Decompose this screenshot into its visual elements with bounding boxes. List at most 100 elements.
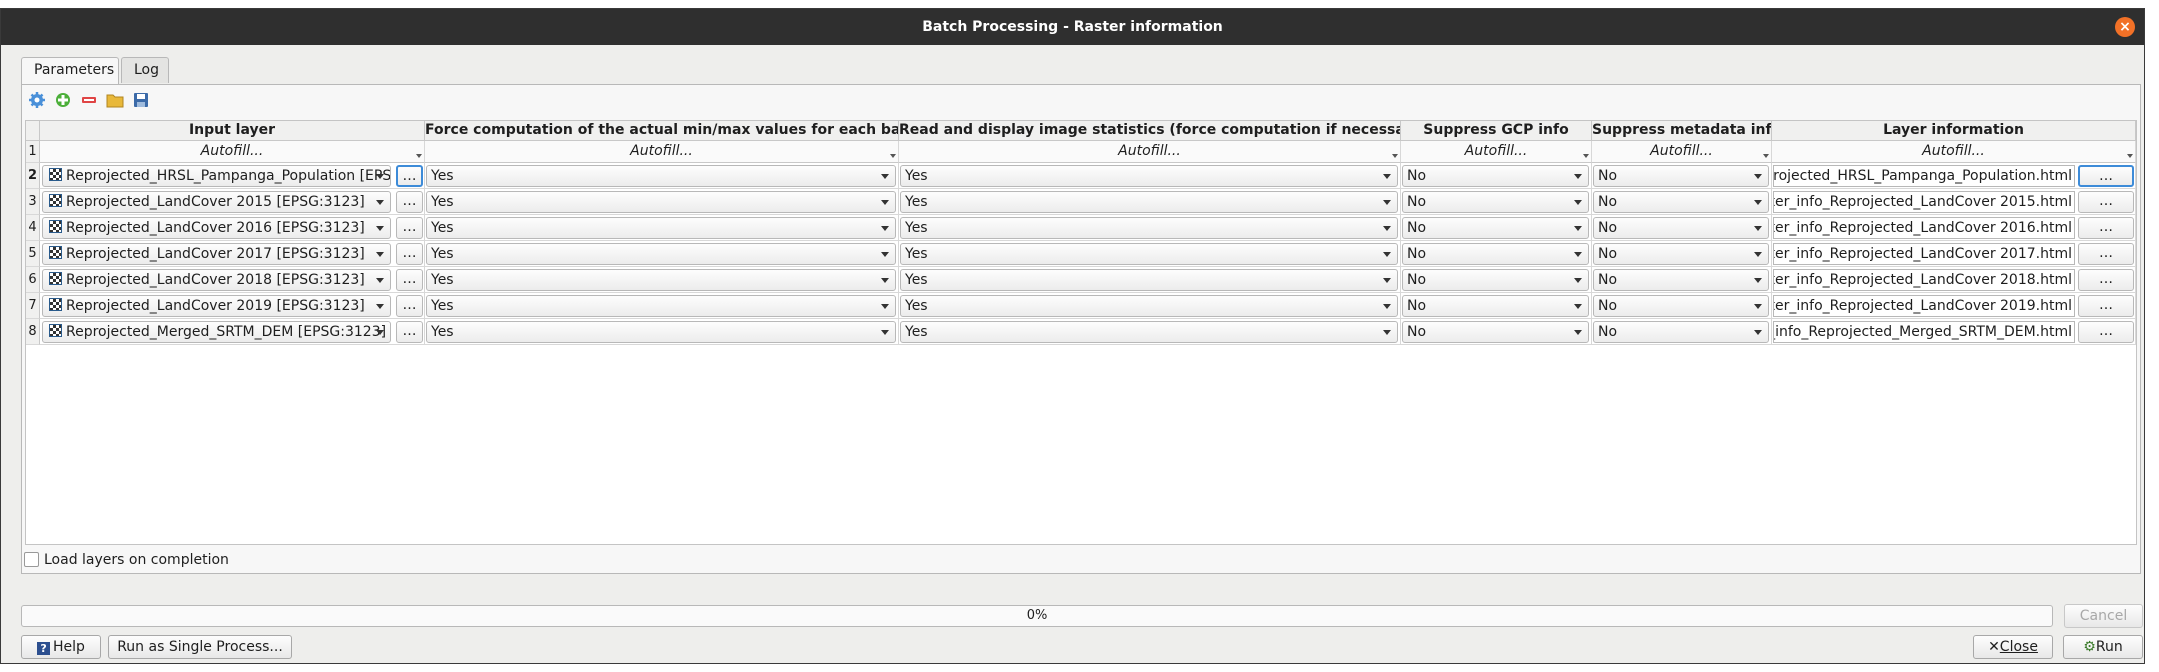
suppress-gcp-select[interactable]: No bbox=[1402, 295, 1589, 317]
browse-output-button[interactable]: … bbox=[2078, 269, 2134, 291]
layer-information-output[interactable]: raster_info_Reprojected_LandCover 2018.h… bbox=[1773, 269, 2075, 291]
suppress-gcp-select[interactable]: No bbox=[1402, 165, 1589, 187]
load-layers-option[interactable]: Load layers on completion bbox=[24, 552, 229, 570]
layer-information-output[interactable]: Reprojected_HRSL_Pampanga_Population.htm… bbox=[1773, 165, 2075, 187]
image-statistics-select[interactable]: Yes bbox=[900, 295, 1398, 317]
col-header-force-minmax[interactable]: Force computation of the actual min/max … bbox=[425, 121, 899, 141]
chevron-down-icon bbox=[881, 174, 889, 179]
col-header-input-layer[interactable]: Input layer bbox=[40, 121, 425, 141]
force-minmax-select[interactable]: Yes bbox=[426, 191, 896, 213]
suppress-gcp-cell: No bbox=[1401, 241, 1592, 267]
run-as-single-process-button[interactable]: Run as Single Process... bbox=[108, 635, 292, 659]
force-minmax-value: Yes bbox=[431, 298, 454, 314]
help-button[interactable]: ? Help bbox=[21, 635, 101, 659]
input-layer-combo[interactable]: Reprojected_LandCover 2015 [EPSG:3123] bbox=[42, 191, 391, 213]
close-window-icon[interactable]: × bbox=[2115, 17, 2135, 37]
autofill-gear-icon[interactable] bbox=[28, 91, 46, 109]
layer-information-output[interactable]: raster_info_Reprojected_LandCover 2019.h… bbox=[1773, 295, 2075, 317]
layer-information-output[interactable]: raster_info_Reprojected_LandCover 2015.h… bbox=[1773, 191, 2075, 213]
force-minmax-select[interactable]: Yes bbox=[426, 165, 896, 187]
row-header-1[interactable]: 1 bbox=[26, 141, 40, 163]
suppress-gcp-select[interactable]: No bbox=[1402, 321, 1589, 343]
suppress-metadata-select[interactable]: No bbox=[1593, 217, 1769, 239]
open-folder-icon[interactable] bbox=[106, 91, 124, 109]
row-header[interactable]: 8 bbox=[26, 319, 40, 345]
row-header[interactable]: 4 bbox=[26, 215, 40, 241]
cancel-button[interactable]: Cancel bbox=[2064, 604, 2143, 628]
layer-information-output[interactable]: raster_info_Reprojected_LandCover 2017.h… bbox=[1773, 243, 2075, 265]
load-layers-checkbox[interactable] bbox=[24, 552, 39, 567]
tab-parameters[interactable]: Parameters bbox=[21, 57, 119, 85]
input-layer-combo[interactable]: Reprojected_LandCover 2017 [EPSG:3123] bbox=[42, 243, 391, 265]
suppress-metadata-select[interactable]: No bbox=[1593, 165, 1769, 187]
image-statistics-select[interactable]: Yes bbox=[900, 217, 1398, 239]
layer-information-value: Reprojected_HRSL_Pampanga_Population.htm… bbox=[1773, 168, 2072, 184]
input-layer-combo[interactable]: Reprojected_HRSL_Pampanga_Population [EP… bbox=[42, 165, 391, 187]
layer-information-value: raster_info_Reprojected_LandCover 2017.h… bbox=[1773, 246, 2072, 262]
chevron-down-icon bbox=[376, 174, 384, 179]
col-header-suppress-gcp[interactable]: Suppress GCP info bbox=[1401, 121, 1592, 141]
browse-input-button[interactable]: … bbox=[396, 243, 423, 265]
col-header-image-statistics[interactable]: Read and display image statistics (force… bbox=[899, 121, 1401, 141]
force-minmax-select[interactable]: Yes bbox=[426, 243, 896, 265]
browse-input-button[interactable]: … bbox=[396, 269, 423, 291]
suppress-gcp-select[interactable]: No bbox=[1402, 217, 1589, 239]
col-header-layer-information[interactable]: Layer information bbox=[1772, 121, 2136, 141]
suppress-metadata-select[interactable]: No bbox=[1593, 191, 1769, 213]
remove-row-icon[interactable] bbox=[80, 91, 98, 109]
autofill-suppress-metadata[interactable]: Autofill... bbox=[1592, 141, 1772, 163]
autofill-layer-information[interactable]: Autofill... bbox=[1772, 141, 2136, 163]
row-header[interactable]: 3 bbox=[26, 189, 40, 215]
run-button[interactable]: ⚙Run bbox=[2063, 635, 2143, 659]
browse-output-button[interactable]: … bbox=[2078, 321, 2134, 343]
autofill-input-layer[interactable]: Autofill... bbox=[40, 141, 425, 163]
autofill-image-statistics[interactable]: Autofill... bbox=[899, 141, 1401, 163]
suppress-metadata-select[interactable]: No bbox=[1593, 243, 1769, 265]
suppress-metadata-select[interactable]: No bbox=[1593, 295, 1769, 317]
input-layer-combo[interactable]: Reprojected_LandCover 2016 [EPSG:3123] bbox=[42, 217, 391, 239]
add-row-icon[interactable] bbox=[54, 91, 72, 109]
input-layer-combo[interactable]: Reprojected_LandCover 2019 [EPSG:3123] bbox=[42, 295, 391, 317]
image-statistics-select[interactable]: Yes bbox=[900, 243, 1398, 265]
force-minmax-select[interactable]: Yes bbox=[426, 321, 896, 343]
image-statistics-select[interactable]: Yes bbox=[900, 269, 1398, 291]
layer-information-output[interactable]: raster_info_Reprojected_LandCover 2016.h… bbox=[1773, 217, 2075, 239]
suppress-gcp-select[interactable]: No bbox=[1402, 191, 1589, 213]
col-header-suppress-metadata[interactable]: Suppress metadata info bbox=[1592, 121, 1772, 141]
autofill-suppress-gcp[interactable]: Autofill... bbox=[1401, 141, 1592, 163]
suppress-gcp-select[interactable]: No bbox=[1402, 269, 1589, 291]
browse-output-button[interactable]: … bbox=[2078, 295, 2134, 317]
input-layer-value: Reprojected_LandCover 2016 [EPSG:3123] bbox=[66, 220, 365, 236]
image-statistics-select[interactable]: Yes bbox=[900, 321, 1398, 343]
input-layer-combo[interactable]: Reprojected_Merged_SRTM_DEM [EPSG:3123] bbox=[42, 321, 391, 343]
browse-input-button[interactable]: … bbox=[396, 191, 423, 213]
browse-output-button[interactable]: … bbox=[2078, 217, 2134, 239]
force-minmax-select[interactable]: Yes bbox=[426, 269, 896, 291]
force-minmax-value: Yes bbox=[431, 168, 454, 184]
row-header[interactable]: 7 bbox=[26, 293, 40, 319]
suppress-gcp-select[interactable]: No bbox=[1402, 243, 1589, 265]
browse-input-button[interactable]: … bbox=[396, 165, 423, 187]
input-layer-combo[interactable]: Reprojected_LandCover 2018 [EPSG:3123] bbox=[42, 269, 391, 291]
save-icon[interactable] bbox=[132, 91, 150, 109]
row-header[interactable]: 5 bbox=[26, 241, 40, 267]
browse-input-button[interactable]: … bbox=[396, 217, 423, 239]
suppress-metadata-select[interactable]: No bbox=[1593, 321, 1769, 343]
browse-output-button[interactable]: … bbox=[2078, 165, 2134, 187]
browse-output-button[interactable]: … bbox=[2078, 191, 2134, 213]
close-button-label: Close bbox=[1999, 639, 2038, 655]
close-button[interactable]: ✕Close bbox=[1973, 635, 2053, 659]
browse-input-button[interactable]: … bbox=[396, 321, 423, 343]
image-statistics-select[interactable]: Yes bbox=[900, 191, 1398, 213]
autofill-force-minmax[interactable]: Autofill... bbox=[425, 141, 899, 163]
layer-information-output[interactable]: raster_info_Reprojected_Merged_SRTM_DEM.… bbox=[1773, 321, 2075, 343]
suppress-metadata-select[interactable]: No bbox=[1593, 269, 1769, 291]
image-statistics-select[interactable]: Yes bbox=[900, 165, 1398, 187]
row-header[interactable]: 2 bbox=[26, 163, 40, 189]
row-header[interactable]: 6 bbox=[26, 267, 40, 293]
force-minmax-select[interactable]: Yes bbox=[426, 217, 896, 239]
browse-input-button[interactable]: … bbox=[396, 295, 423, 317]
force-minmax-select[interactable]: Yes bbox=[426, 295, 896, 317]
tab-log[interactable]: Log bbox=[121, 57, 169, 83]
browse-output-button[interactable]: … bbox=[2078, 243, 2134, 265]
